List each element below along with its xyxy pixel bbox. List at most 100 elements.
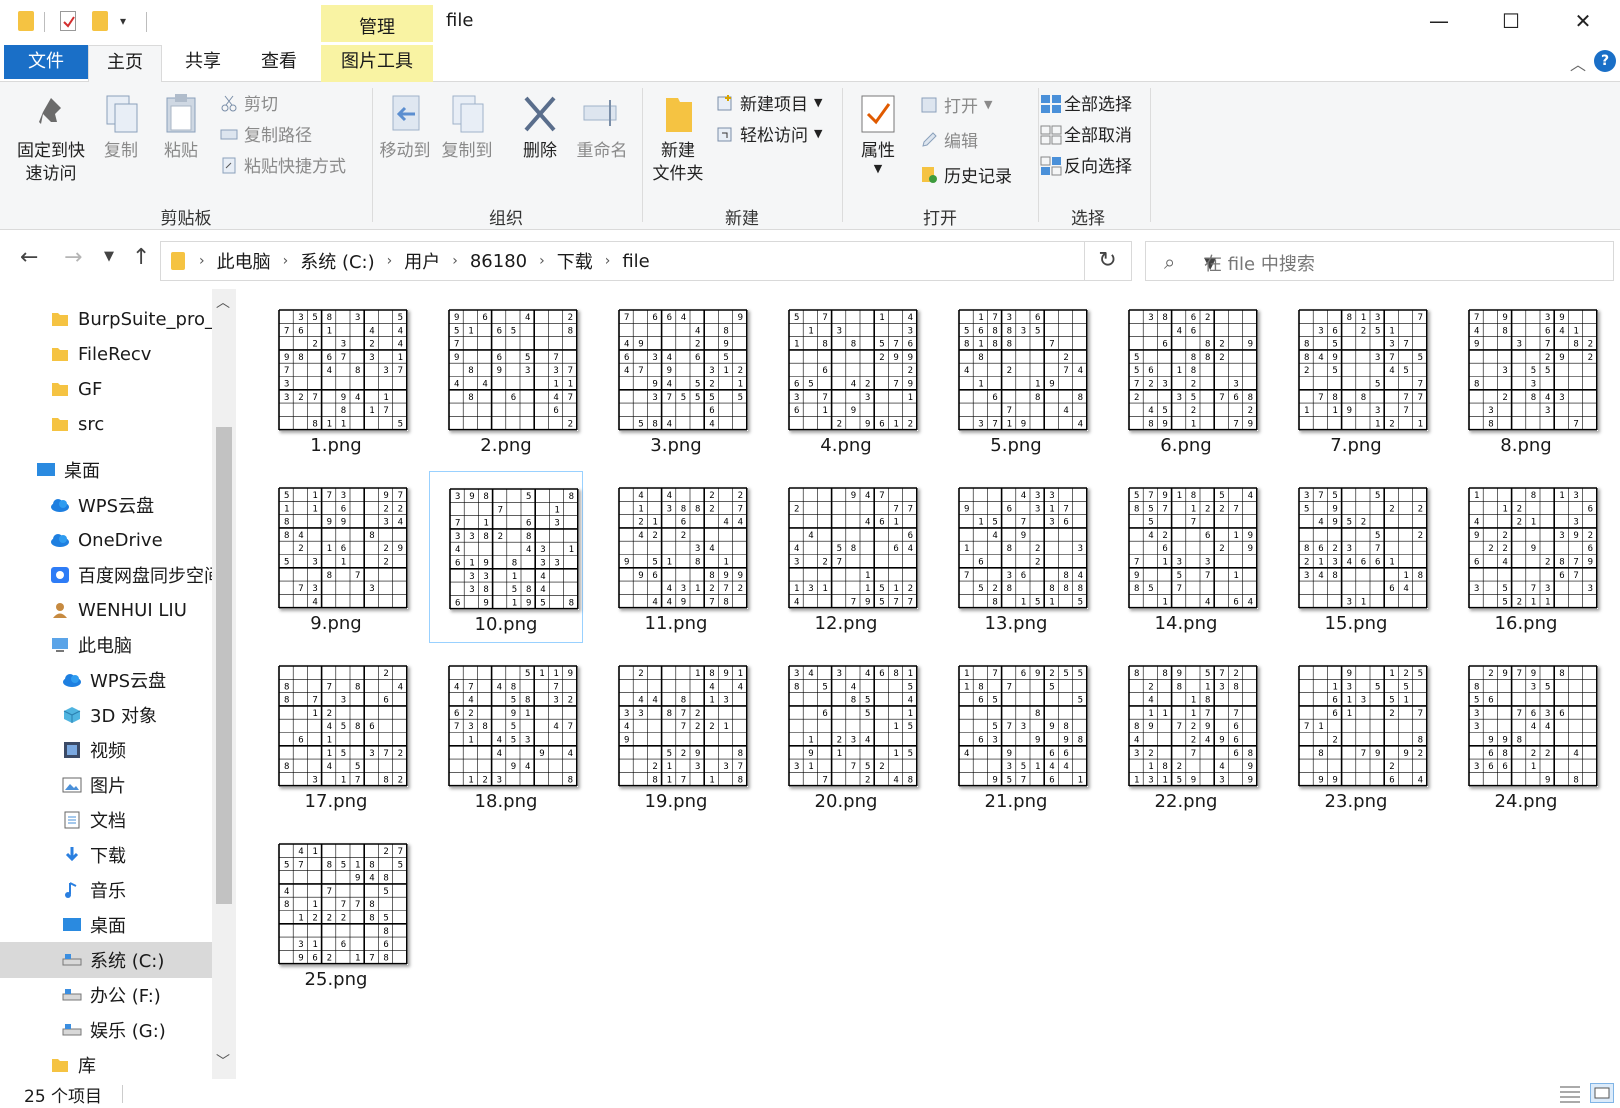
collapse-ribbon-icon[interactable]: ︿ [1570, 51, 1586, 75]
properties-check-icon[interactable] [60, 11, 76, 31]
sidebar-item[interactable]: WPS云盘 [0, 662, 212, 698]
edit-button[interactable]: 编辑 [920, 127, 978, 152]
breadcrumb-downloads[interactable]: 下载 [551, 248, 599, 274]
file-item[interactable]: 1 7 3 6 5 6 8 8 3 5 8 1 8 8 7 8 2 4 2 7 4 1 1 9 6 8 8 7 4 3 7 1 9 4 5.png [939, 293, 1093, 465]
help-icon[interactable]: ? [1594, 50, 1616, 72]
rename-button[interactable]: 重命名 [572, 92, 632, 163]
file-item[interactable]: 7 9 3 9 4 8 6 4 1 9 3 7 8 2 2 9 2 3 5 5 8 3 2 8 4 3 3 3 8 7 8.png [1449, 293, 1603, 465]
new-item-button[interactable]: 新建项目 ▼ [716, 90, 822, 115]
tab-view[interactable]: 查看 [244, 45, 314, 82]
back-button[interactable]: ← [20, 245, 38, 270]
sidebar-item[interactable]: 百度网盘同步空间 [0, 557, 212, 593]
chevron-right-icon[interactable]: › [381, 253, 399, 269]
copy-path-button[interactable]: 复制路径 [220, 121, 312, 146]
sidebar-item[interactable]: 文档 [0, 802, 212, 838]
sidebar-item[interactable]: GF [0, 371, 212, 407]
sidebar-item[interactable]: WPS云盘 [0, 487, 212, 523]
close-button[interactable]: ✕ [1547, 0, 1619, 42]
open-button[interactable]: 打开 ▼ [920, 92, 992, 117]
file-item[interactable]: 3583576144232498673174837332794181781151… [259, 293, 413, 465]
properties-button[interactable]: 属性 ▼ [850, 92, 906, 175]
file-item[interactable]: 5 1 1 9 4 7 4 8 7 4 5 8 3 2 6 2 9 1 7 3 8 5 4 7 1 4 5 3 4 9 4 9 4 1 2 3 8 18.… [429, 649, 583, 821]
sidebar-item[interactable]: 音乐 [0, 872, 212, 908]
file-item[interactable]: 3 7 5 5 5 9 2 2 4 9 5 2 5 2 8 6 2 3 7 2 1 3 4 6 6 1 3 4 8 1 8 6 4 3 1 15.pn… [1279, 471, 1433, 643]
sidebar-item[interactable]: 视频 [0, 732, 212, 768]
breadcrumb-users[interactable]: 用户 [398, 248, 446, 274]
file-item[interactable]: 9 1 2 5 1 3 5 5 6 1 3 5 1 6 1 2 7 7 1 2 8 8 7 9 9 2 2 9 9 6 4 23.png [1279, 649, 1433, 821]
forward-button[interactable]: → [64, 245, 82, 270]
chevron-right-icon[interactable]: › [446, 253, 464, 269]
breadcrumb-file[interactable]: file [616, 251, 655, 272]
file-item[interactable]: 5 1 7 3 9 7 1 1 6 2 2 8 9 9 3 4 8 4 8 2 1 6 2 9 5 3 1 2 8 7 7 3 3 4 9.png [259, 471, 413, 643]
file-item[interactable]: 8895722813841811177897296424963276818249… [1109, 649, 1263, 821]
sidebar-scrollbar[interactable]: ︿ ﹀ [212, 289, 236, 1079]
paste-button[interactable]: 粘贴 [156, 92, 206, 163]
sidebar-item[interactable]: 桌面 [0, 907, 212, 943]
copy-to-button[interactable]: 复制到 [438, 92, 496, 163]
file-item[interactable]: 4127578518594847581778122285831669621782… [259, 827, 413, 999]
chevron-right-icon[interactable]: › [277, 253, 295, 269]
file-item[interactable]: 7 6 6 4 9 4 8 4 9 2 9 6 3 4 6 5 4 7 9 3 1 2 9 4 5 2 1 3 7 5 5 5 5 6 5 8 4 4 3.… [599, 293, 753, 465]
new-folder-button[interactable]: 新建 文件夹 [648, 92, 708, 186]
file-item[interactable]: 8 1 3 7 3 6 2 5 1 8 5 3 7 8 4 9 3 7 5 2 5 4 5 5 7 7 8 8 7 7 1 1 9 3 7 1 2 1 7.… [1279, 293, 1433, 465]
file-item[interactable]: 5 7 1 4 1 3 3 1 8 8 5 7 6 2 9 9 6 2 6 5 4 2 7 9 3 7 3 1 6 1 9 2 9 6 1 2 4.pn… [769, 293, 923, 465]
invert-selection-button[interactable]: 反向选择 [1040, 152, 1132, 177]
tab-home[interactable]: 主页 [88, 45, 162, 82]
breadcrumb-system-c[interactable]: 系统 (C:) [294, 248, 380, 274]
sidebar-item[interactable]: 库 [0, 1047, 212, 1079]
easy-access-button[interactable]: 轻松访问 ▼ [716, 121, 822, 146]
chevron-right-icon[interactable]: › [533, 253, 551, 269]
new-folder-icon[interactable] [92, 11, 108, 31]
paste-shortcut-button[interactable]: 粘贴快捷方式 [220, 152, 346, 177]
history-button[interactable]: 历史记录 [920, 162, 1012, 187]
sidebar-item[interactable]: BurpSuite_pro_ [0, 301, 212, 337]
file-item[interactable]: 2 9 7 9 8 8 3 5 5 6 3 7 6 3 6 3 4 4 9 9 8 6 8 2 2 4 3 6 6 1 9 8 24.png [1449, 649, 1603, 821]
sidebar-item[interactable]: WENHUI LIU [0, 592, 212, 628]
sidebar-item[interactable]: src [0, 406, 212, 442]
file-item[interactable]: 1 8 1 3 1 2 6 4 2 1 3 9 2 3 9 2 2 2 9 6 6 4 2 8 7 9 6 7 3 5 7 3 3 5 2 1 1 16.… [1449, 471, 1603, 643]
file-item[interactable]: 5791854857122757426196297133957185714641… [1109, 471, 1263, 643]
sidebar-item[interactable]: 办公 (F:) [0, 977, 212, 1013]
sidebar-item[interactable]: 桌面 [0, 452, 212, 488]
customize-dropdown-icon[interactable]: ▾ [120, 11, 136, 31]
chevron-right-icon[interactable]: › [193, 253, 211, 269]
tab-share[interactable]: 共享 [168, 45, 238, 82]
refresh-button[interactable]: ↻ [1084, 241, 1132, 281]
sidebar-item[interactable]: 3D 对象 [0, 697, 212, 733]
file-item[interactable]: 4422138827216444223495181968994312724497… [599, 471, 753, 643]
move-to-button[interactable]: 移动到 [376, 92, 434, 163]
copy-button[interactable]: 复制 [96, 92, 146, 163]
select-all-button[interactable]: 全部选择 [1040, 90, 1132, 115]
file-item[interactable]: 3985871716333828443161983333143858469195… [429, 471, 583, 643]
scroll-down-icon[interactable]: ﹀ [216, 1051, 230, 1071]
file-item[interactable]: 3 4 3 4 6 8 1 8 5 4 5 8 5 4 6 5 1 1 5 1 2 3 4 9 1 1 5 3 1 7 5 2 7 2 4 8 20.p… [769, 649, 923, 821]
sidebar-item[interactable]: 系统 (C:) [0, 942, 212, 978]
search-input[interactable]: ⌕ 在 file 中搜索 [1145, 241, 1614, 281]
maximize-button[interactable]: ☐ [1475, 0, 1547, 42]
breadcrumb-user[interactable]: 86180 [464, 251, 533, 272]
file-item[interactable]: 4 3 3 9 6 3 1 7 1 5 7 3 6 4 9 1 8 2 3 6 2 7 3 6 8 4 5 2 8 8 8 8 8 1 5 1 5 13.… [939, 471, 1093, 643]
details-view-icon[interactable] [1558, 1083, 1582, 1103]
pin-quick-access-button[interactable]: 固定到快 速访问 [10, 92, 92, 186]
delete-button[interactable]: 删除 [512, 92, 568, 163]
tab-file[interactable]: 文件 [4, 45, 88, 79]
file-item[interactable]: 9 6 4 2 5 1 6 5 8 7 9 6 5 7 8 9 3 3 7 4 4 1 1 8 6 4 7 6 2 2.png [429, 293, 583, 465]
cut-button[interactable]: 剪切 [220, 90, 278, 115]
address-bar[interactable]: › 此电脑 › 系统 (C:) › 用户 › 86180 › 下载 › file… [160, 241, 1216, 281]
sidebar-item[interactable]: FileRecv [0, 336, 212, 372]
file-item[interactable]: 1769255187565585739863998496635144957612… [939, 649, 1093, 821]
sidebar-item[interactable]: 图片 [0, 767, 212, 803]
chevron-right-icon[interactable]: › [599, 253, 617, 269]
select-none-button[interactable]: 全部取消 [1040, 121, 1132, 146]
sidebar-item[interactable]: 下载 [0, 837, 212, 873]
recent-locations-dropdown[interactable]: ▼ [104, 249, 114, 264]
breadcrumb-this-pc[interactable]: 此电脑 [211, 248, 277, 274]
scroll-up-icon[interactable]: ︿ [216, 292, 230, 312]
sidebar-item[interactable]: 娱乐 (G:) [0, 1012, 212, 1048]
file-item[interactable]: 2 1 8 9 1 4 4 4 4 8 1 3 3 3 8 7 2 4 7 2 2 1 9 5 2 9 8 2 1 3 3 7 8 1 7 1 8 19.… [599, 649, 753, 821]
minimize-button[interactable]: — [1403, 0, 1475, 42]
up-button[interactable]: ↑ [132, 245, 150, 270]
context-tab-manage[interactable]: 管理 [321, 5, 433, 42]
file-item[interactable]: 2 8 7 8 4 8 7 3 6 1 2 4 5 8 6 6 1 1 5 3 7 2 8 4 5 3 1 7 8 2 17.png [259, 649, 413, 821]
file-item[interactable]: 9 4 7 2 7 7 4 6 1 4 6 4 5 8 6 4 3 2 7 1 1 3 1 1 5 1 2 4 7 9 5 7 7 12.png [769, 471, 923, 643]
